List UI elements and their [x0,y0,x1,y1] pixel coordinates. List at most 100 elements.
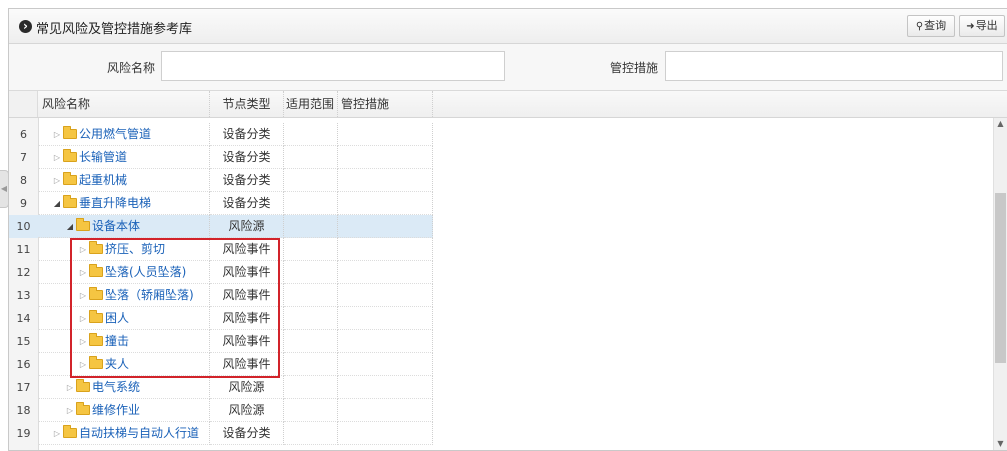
collapsed-arrow-icon[interactable]: ▷ [65,376,75,399]
tree-node-label[interactable]: 起重机械 [79,173,127,187]
folder-icon [63,425,77,438]
cell-node-type: 风险事件 [210,284,284,307]
tree-row[interactable]: 9 ◢ 垂直升降电梯 设备分类 [9,192,433,215]
collapsed-arrow-icon[interactable]: ▷ [65,399,75,422]
vertical-scrollbar[interactable]: ▲ ▼ [993,118,1007,450]
collapsed-arrow-icon[interactable]: ▷ [52,422,62,445]
tree-row[interactable]: 10 ◢ 设备本体 风险源 [9,215,433,238]
cell-risk-name[interactable]: ▷ 起重机械 [38,169,210,192]
tree-node-label[interactable]: 垂直升降电梯 [79,196,151,210]
row-number-header [9,91,38,117]
tree-node-label[interactable]: 自动扶梯与自动人行道 [79,426,199,440]
cell-scope [284,146,338,169]
cell-risk-name[interactable]: ▷ 长输管道 [38,146,210,169]
tree-node-label[interactable]: 坠落(人员坠落) [105,265,186,279]
cell-scope [284,284,338,307]
cell-control-measure [338,261,433,284]
row-number: 14 [16,312,31,325]
folder-icon [76,218,90,231]
cell-risk-name[interactable]: ◢ 垂直升降电梯 [38,192,210,215]
cell-node-type: 设备分类 [210,146,284,169]
row-number: 6 [20,128,27,141]
cell-risk-name[interactable]: ▷ 公用燃气管道 [38,123,210,146]
tree-row[interactable]: 18 ▷ 维修作业 风险源 [9,399,433,422]
cell-control-measure [338,307,433,330]
column-header-risk-name[interactable]: 风险名称 [38,91,210,117]
collapsed-arrow-icon[interactable]: ▷ [78,261,88,284]
export-button[interactable]: ➜导出 [959,15,1005,37]
cell-node-type: 风险源 [210,215,284,238]
expanded-arrow-icon[interactable]: ◢ [52,192,62,215]
cell-risk-name[interactable]: ◢ 设备本体 [38,215,210,238]
tree-node-label[interactable]: 公用燃气管道 [79,127,151,141]
cell-risk-name[interactable]: ▷ 困人 [38,307,210,330]
risk-name-input[interactable] [161,51,505,81]
row-number: 11 [16,243,31,256]
query-button[interactable]: ⚲查询 [907,15,955,37]
cell-node-type: 设备分类 [210,422,284,445]
collapsed-arrow-icon[interactable]: ▷ [78,238,88,261]
collapsed-arrow-icon[interactable]: ▷ [52,146,62,169]
tree-row[interactable]: 16 ▷ 夹人 风险事件 [9,353,433,376]
collapsed-arrow-icon[interactable]: ▷ [52,169,62,192]
cell-risk-name[interactable]: ▷ 自动扶梯与自动人行道 [38,422,210,445]
collapse-sidebar-handle[interactable]: ◀ [0,170,9,208]
folder-icon [63,126,77,139]
folder-icon [63,149,77,162]
cell-risk-name[interactable]: ▷ 夹人 [38,353,210,376]
row-number: 17 [16,381,31,394]
tree-row[interactable]: 8 ▷ 起重机械 设备分类 [9,169,433,192]
collapsed-arrow-icon[interactable]: ▷ [78,307,88,330]
tree-node-label[interactable]: 维修作业 [92,403,140,417]
tree-node-label[interactable]: 夹人 [105,357,129,371]
scroll-down-arrow-icon[interactable]: ▼ [994,438,1007,450]
cell-scope [284,330,338,353]
tree-node-label[interactable]: 撞击 [105,334,129,348]
cell-risk-name[interactable]: ▷ 维修作业 [38,399,210,422]
collapsed-arrow-icon[interactable]: ▷ [78,353,88,376]
folder-icon [89,333,103,346]
cell-risk-name[interactable]: ▷ 坠落(人员坠落) [38,261,210,284]
tree-row[interactable]: 7 ▷ 长输管道 设备分类 [9,146,433,169]
tree-node-label[interactable]: 坠落（轿厢坠落) [105,288,194,302]
export-icon: ➜ [966,21,975,32]
tree-row[interactable]: 14 ▷ 困人 风险事件 [9,307,433,330]
row-number: 13 [16,289,31,302]
cell-risk-name[interactable]: ▷ 电气系统 [38,376,210,399]
collapsed-arrow-icon[interactable]: ▷ [78,284,88,307]
cell-scope [284,307,338,330]
tree-node-label[interactable]: 设备本体 [92,219,140,233]
cell-risk-name[interactable]: ▷ 挤压、剪切 [38,238,210,261]
folder-icon [76,379,90,392]
tree-row[interactable]: 15 ▷ 撞击 风险事件 [9,330,433,353]
expanded-arrow-icon[interactable]: ◢ [65,215,75,238]
tree-node-label[interactable]: 困人 [105,311,129,325]
cell-control-measure [338,238,433,261]
column-header-node-type[interactable]: 节点类型 [210,91,284,117]
tree-node-label[interactable]: 挤压、剪切 [105,242,165,256]
cell-scope [284,261,338,284]
tree-node-label[interactable]: 电气系统 [92,380,140,394]
tree-row[interactable]: 13 ▷ 坠落（轿厢坠落) 风险事件 [9,284,433,307]
cell-risk-name[interactable]: ▷ 撞击 [38,330,210,353]
cell-node-type: 风险事件 [210,353,284,376]
scroll-up-arrow-icon[interactable]: ▲ [994,118,1007,130]
scrollbar-thumb[interactable] [995,193,1006,363]
tree-row[interactable]: 11 ▷ 挤压、剪切 风险事件 [9,238,433,261]
cell-risk-name[interactable]: ▷ 坠落（轿厢坠落) [38,284,210,307]
tree-row[interactable]: 6 ▷ 公用燃气管道 设备分类 [9,123,433,146]
cell-scope [284,192,338,215]
column-header-control-measure[interactable]: 管控措施 [338,91,433,117]
collapsed-arrow-icon[interactable]: ▷ [78,330,88,353]
tree-row[interactable]: 17 ▷ 电气系统 风险源 [9,376,433,399]
cell-control-measure [338,353,433,376]
folder-icon [89,287,103,300]
collapsed-arrow-icon[interactable]: ▷ [52,123,62,146]
risk-name-label: 风险名称 [107,61,156,75]
tree-row[interactable]: 19 ▷ 自动扶梯与自动人行道 设备分类 [9,422,433,445]
tree-node-label[interactable]: 长输管道 [79,150,127,164]
tree-row[interactable]: 12 ▷ 坠落(人员坠落) 风险事件 [9,261,433,284]
column-header-scope[interactable]: 适用范围 [284,91,338,117]
cell-control-measure [338,284,433,307]
control-measure-input[interactable] [665,51,1003,81]
